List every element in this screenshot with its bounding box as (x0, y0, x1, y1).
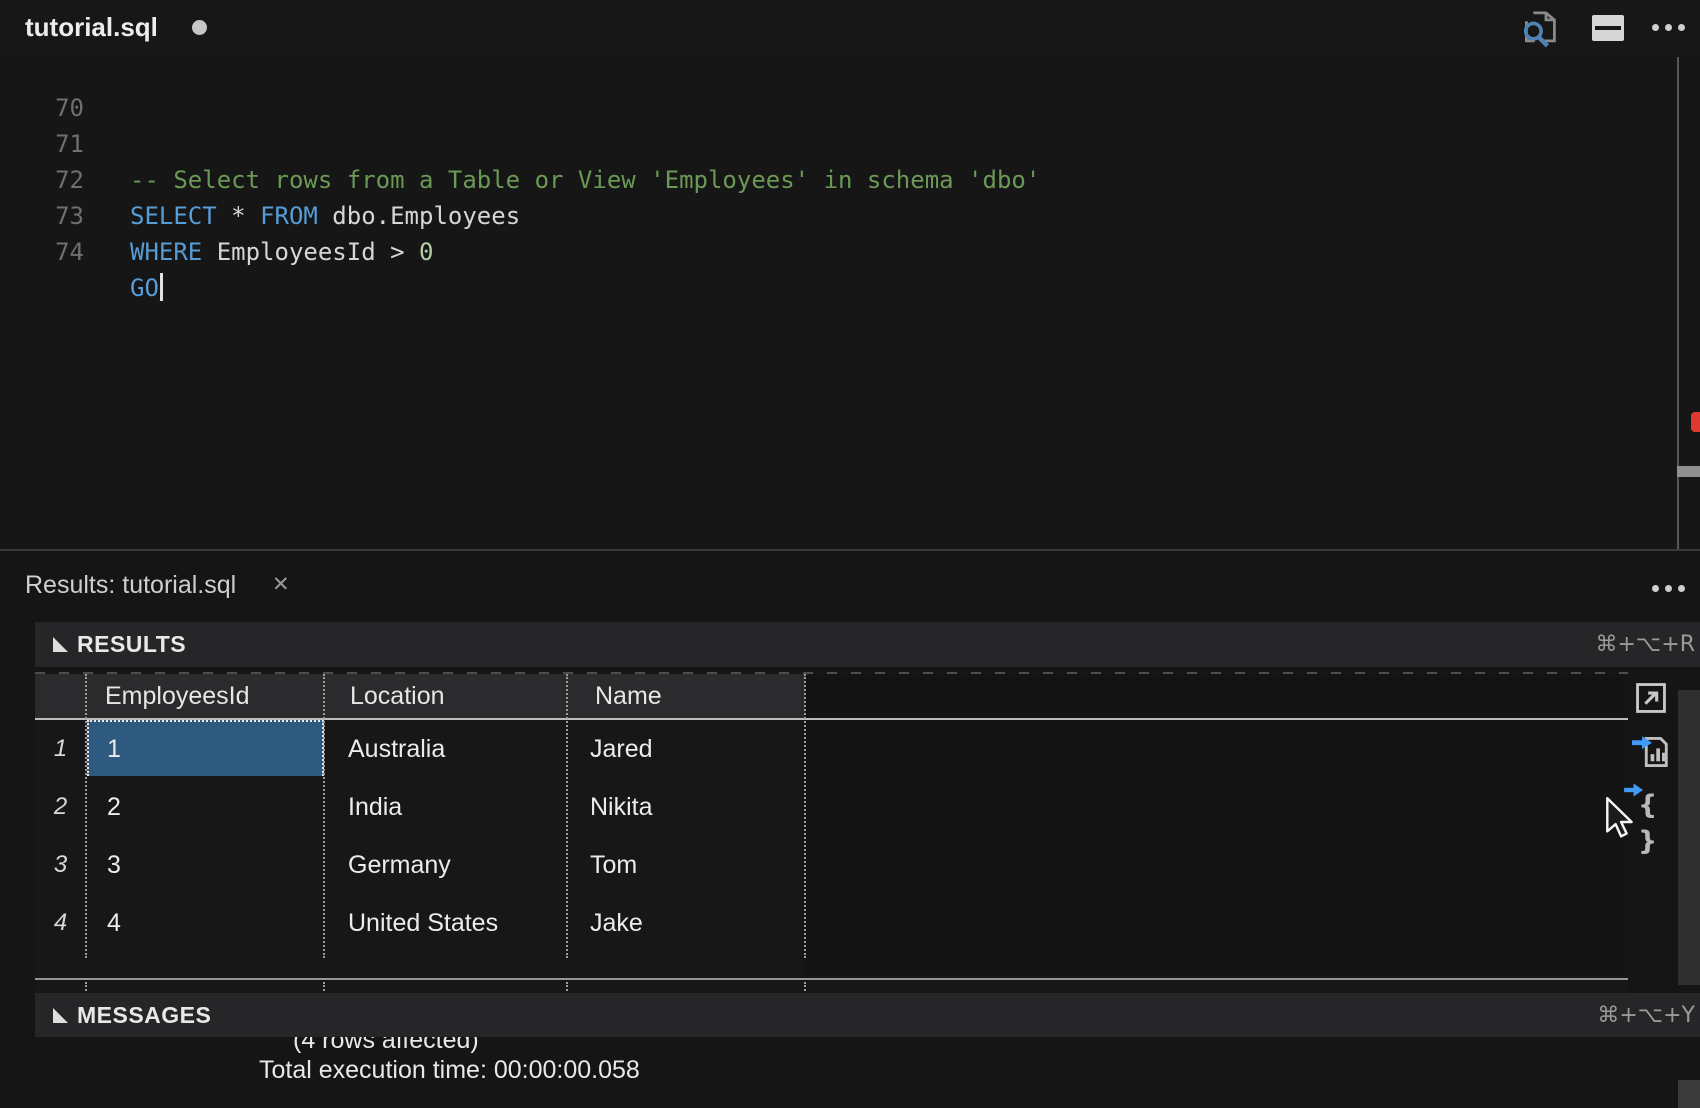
split-divider (1595, 26, 1621, 30)
column-separator[interactable] (323, 674, 325, 958)
cell-employeesid[interactable]: 1 (107, 720, 121, 778)
dot (1678, 24, 1685, 31)
app-window: tutorial.sql 70 71 -- Select rows from a… (0, 0, 1700, 1108)
row-number[interactable]: 1 (35, 720, 86, 778)
scrollbar-corner[interactable] (1678, 1080, 1700, 1108)
column-header-name[interactable]: Name (595, 674, 662, 718)
file-search-icon (1518, 10, 1560, 48)
cell-location[interactable]: Germany (348, 836, 451, 894)
maximize-icon (1634, 681, 1668, 715)
selected-cell[interactable] (87, 720, 324, 776)
messages-shortcut: ⌘+⌥+Y (1597, 993, 1695, 1038)
more-actions-icon[interactable] (1652, 24, 1685, 31)
execution-time-message: Total execution time: 00:00:00.058 (259, 1056, 640, 1085)
table-row[interactable]: 2 2 India Nikita (35, 778, 1628, 836)
open-preview-icon[interactable] (1516, 9, 1562, 49)
editor-scrollbar-handle[interactable] (1677, 466, 1700, 477)
column-header-employeesid[interactable]: EmployeesId (105, 674, 250, 718)
cell-name[interactable]: Jared (590, 720, 653, 778)
save-as-chart-button[interactable] (1632, 734, 1672, 770)
text-cursor-caret (160, 273, 163, 301)
grid-scrollbar[interactable] (1678, 690, 1700, 985)
file-tab-title[interactable]: tutorial.sql (25, 0, 158, 55)
column-separator[interactable] (804, 674, 806, 958)
table-row[interactable]: 1 1 Australia Jared (35, 720, 1628, 778)
column-header-location[interactable]: Location (350, 674, 445, 718)
cell-employeesid[interactable]: 3 (107, 836, 121, 894)
cell-location[interactable]: Australia (348, 720, 445, 778)
mouse-cursor (1604, 796, 1636, 843)
messages-section-header[interactable]: MESSAGES ⌘+⌥+Y (35, 993, 1700, 1037)
messages-section-label: MESSAGES (77, 993, 211, 1038)
cell-name[interactable]: Jake (590, 894, 643, 952)
results-shortcut: ⌘+⌥+R (1595, 622, 1695, 667)
maximize-grid-button[interactable] (1634, 681, 1668, 720)
code-line-70: 70 (0, 54, 1660, 90)
dot (1678, 585, 1685, 592)
dot (1665, 585, 1672, 592)
cell-employeesid[interactable]: 4 (107, 894, 121, 952)
column-separator[interactable] (85, 674, 87, 958)
chart-icon (1632, 734, 1672, 770)
row-number[interactable]: 3 (35, 836, 86, 894)
code-line-71: 71 -- Select rows from a Table or View '… (0, 90, 1660, 126)
results-grid: EmployeesId Location Name 1 1 Australia … (35, 672, 1628, 998)
code-line-73: 73 WHERE EmployeesId > 0 (0, 162, 1660, 198)
code-line-74: 74 GO (0, 198, 1660, 234)
dot (1652, 585, 1659, 592)
column-separator[interactable] (566, 674, 568, 958)
line-number: 74 (0, 234, 84, 270)
cell-location[interactable]: United States (348, 894, 498, 952)
unsaved-changes-indicator[interactable] (192, 20, 207, 35)
code-line-72: 72 SELECT * FROM dbo.Employees (0, 126, 1660, 162)
sql-text: EmployeesId > (202, 238, 419, 266)
cell-name[interactable]: Tom (590, 836, 637, 894)
results-section-header[interactable]: RESULTS ⌘+⌥+R (35, 622, 1700, 667)
row-number[interactable]: 4 (35, 894, 86, 952)
json-braces-icon: { } (1638, 788, 1678, 860)
cell-name[interactable]: Nikita (590, 778, 653, 836)
collapse-triangle-icon[interactable] (53, 1008, 68, 1023)
cell-employeesid[interactable]: 2 (107, 778, 121, 836)
cell-location[interactable]: India (348, 778, 402, 836)
dot (1665, 24, 1672, 31)
sql-number-literal: 0 (419, 238, 433, 266)
table-row[interactable]: 3 3 Germany Tom (35, 836, 1628, 894)
table-row[interactable]: 4 4 United States Jake (35, 894, 1628, 952)
results-tab[interactable]: Results: tutorial.sql (25, 571, 236, 600)
editor-code-area[interactable]: 70 71 -- Select rows from a Table or Vie… (0, 54, 1660, 546)
sql-keyword: GO (130, 274, 159, 302)
grid-bottom-border (35, 978, 1628, 980)
panel-more-actions-icon[interactable] (1652, 585, 1685, 592)
pointer-arrow-icon (1604, 796, 1636, 838)
collapse-triangle-icon[interactable] (53, 637, 68, 652)
sql-keyword: WHERE (130, 238, 202, 266)
close-icon[interactable]: ✕ (272, 572, 290, 596)
dot (1652, 24, 1659, 31)
row-number[interactable]: 2 (35, 778, 86, 836)
results-section-label: RESULTS (77, 622, 186, 667)
overview-ruler-marker (1691, 412, 1700, 432)
split-editor-icon[interactable] (1592, 15, 1624, 41)
editor-tab-bar: tutorial.sql (0, 0, 1700, 55)
